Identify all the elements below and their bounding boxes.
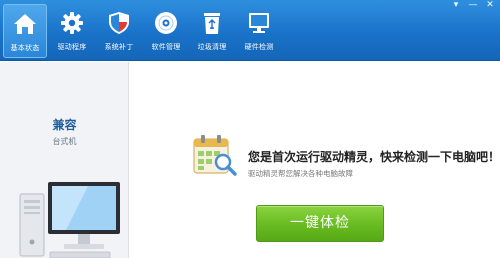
menu-button[interactable]: ▾ [450, 0, 462, 11]
desktop-computer-icon [19, 182, 120, 258]
toolbar-item-label: 硬件检测 [244, 43, 274, 51]
gear-icon [61, 12, 83, 34]
first-run-subline: 驱动精灵帮您解决各种电脑故障 [248, 169, 353, 178]
calendar-search-icon [193, 135, 237, 176]
system-type-title: 兼容 [52, 118, 77, 132]
top-toolbar: 基本状态 驱动程序 系统补丁 软件管理 垃圾清理 硬件检测 ▾ — ✕ [0, 0, 500, 61]
app-window: 基本状态 驱动程序 系统补丁 软件管理 垃圾清理 硬件检测 ▾ — ✕ 兼容 台… [0, 0, 500, 258]
toolbar-item-drivers[interactable]: 驱动程序 [50, 4, 94, 58]
toolbar-item-label: 系统补丁 [104, 43, 134, 51]
main-content: 您是首次运行驱动精灵，快来检测一下电脑吧！ 驱动精灵帮您解决各种电脑故障 一键体… [130, 62, 500, 258]
recycle-bin-icon [204, 13, 220, 34]
toolbar-item-label: 基本状态 [10, 44, 40, 52]
minimize-button[interactable]: — [467, 0, 479, 11]
system-type-subtitle: 台式机 [52, 137, 77, 146]
one-click-checkup-button[interactable]: 一键体检 [256, 205, 384, 242]
toolbar-item-label: 垃圾清理 [197, 43, 227, 51]
system-info-panel: 兼容 台式机 [0, 62, 129, 258]
shield-icon [109, 12, 129, 34]
disc-icon [155, 12, 177, 34]
home-icon [14, 14, 36, 34]
toolbar-item-basic-status[interactable]: 基本状态 [3, 4, 47, 58]
toolbar-item-hardware-detection[interactable]: 硬件检测 [237, 4, 281, 58]
window-controls: ▾ — ✕ [450, 0, 496, 11]
toolbar-item-software-management[interactable]: 软件管理 [144, 4, 188, 58]
toolbar-item-label: 驱动程序 [57, 43, 87, 51]
toolbar-item-label: 软件管理 [151, 43, 181, 51]
toolbar-item-junk-cleanup[interactable]: 垃圾清理 [190, 4, 234, 58]
first-run-headline: 您是首次运行驱动精灵，快来检测一下电脑吧！ [248, 150, 500, 164]
monitor-icon [249, 13, 269, 33]
close-button[interactable]: ✕ [484, 0, 496, 11]
toolbar-item-system-patches[interactable]: 系统补丁 [97, 4, 141, 58]
